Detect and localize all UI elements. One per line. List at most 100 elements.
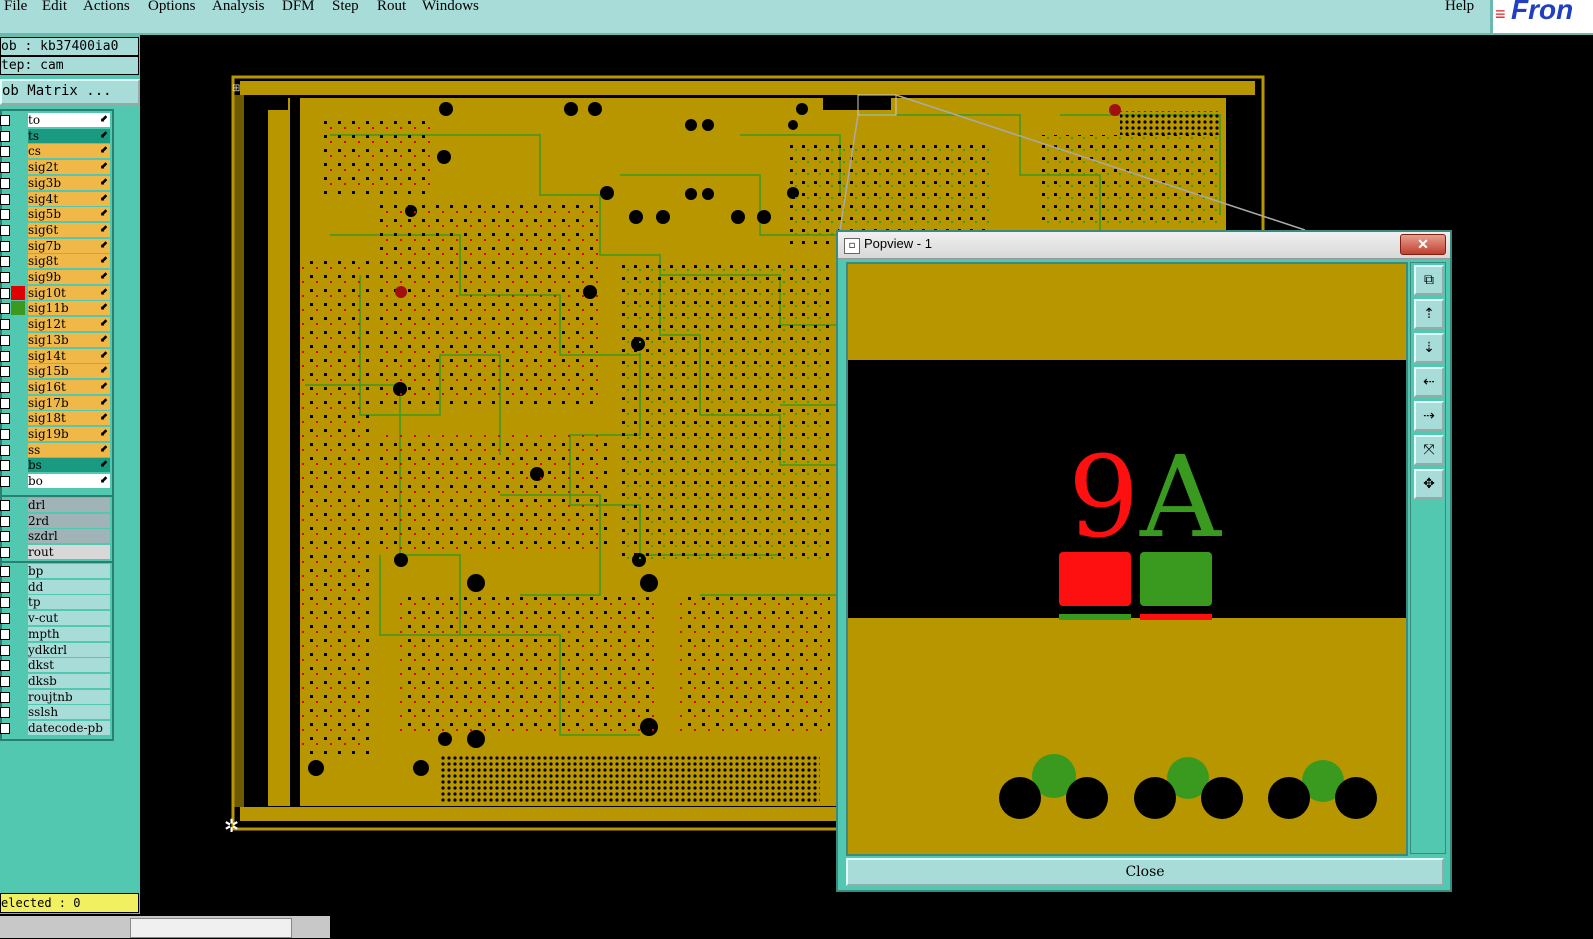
layer-checkbox[interactable] <box>0 146 10 158</box>
layer-checkbox[interactable] <box>0 660 10 672</box>
layer-checkbox[interactable] <box>0 515 10 527</box>
layer-checkbox[interactable] <box>0 566 10 577</box>
status-input[interactable] <box>130 918 292 938</box>
layer-row-sig2t[interactable]: sig2t ⬋ <box>0 160 112 175</box>
layer-name[interactable]: 2rd <box>28 513 110 528</box>
layer-checkbox[interactable] <box>0 256 10 268</box>
menu-help[interactable]: Help <box>1445 0 1474 15</box>
layer-row-sig16t[interactable]: sig16t ⬋ <box>0 379 112 394</box>
layer-checkbox[interactable] <box>0 381 10 393</box>
menu-analysis[interactable]: Analysis <box>212 0 265 15</box>
layer-row-sig14t[interactable]: sig14t ⬋ <box>0 348 112 363</box>
layer-checkbox[interactable] <box>0 224 10 236</box>
layer-name[interactable]: sig10t ⬋ <box>28 285 110 300</box>
layer-row-2rd[interactable]: 2rd <box>0 513 112 528</box>
layer-checkbox[interactable] <box>0 429 10 440</box>
layer-checkbox[interactable] <box>0 691 10 703</box>
layer-name[interactable]: ts ⬋ <box>28 128 110 143</box>
layer-name[interactable]: bo ⬋ <box>28 474 110 489</box>
layer-name[interactable]: sig8t ⬋ <box>28 254 110 269</box>
layer-row-sig15b[interactable]: sig15b ⬋ <box>0 364 112 379</box>
layer-row-sig8t[interactable]: sig8t ⬋ <box>0 254 112 269</box>
layer-name[interactable]: to ⬋ <box>28 113 110 127</box>
pan-down-icon[interactable]: ⇣ <box>1414 333 1444 363</box>
layer-row-sig13b[interactable]: sig13b ⬋ <box>0 332 112 347</box>
layer-checkbox[interactable] <box>0 444 10 456</box>
layer-name[interactable]: sig17b ⬋ <box>28 395 110 410</box>
layer-row-sig9b[interactable]: sig9b ⬋ <box>0 270 112 284</box>
layer-row-sslsh[interactable]: sslsh <box>0 705 112 720</box>
layer-checkbox[interactable] <box>0 628 10 640</box>
layer-name[interactable]: sig3b ⬋ <box>28 175 110 190</box>
layer-name[interactable]: ss ⬋ <box>28 442 110 457</box>
layer-row-sig4t[interactable]: sig4t ⬋ <box>0 191 112 206</box>
layer-row-dkst[interactable]: dkst <box>0 658 112 673</box>
layer-checkbox[interactable] <box>0 177 10 189</box>
layer-row-ts[interactable]: ts ⬋ <box>0 128 112 143</box>
layer-checkbox[interactable] <box>0 272 10 283</box>
layer-name[interactable]: rout <box>28 545 110 560</box>
layer-name[interactable]: cs ⬋ <box>28 144 110 159</box>
layer-name[interactable]: tp <box>28 595 110 610</box>
layer-row-drl[interactable]: drl <box>0 498 112 512</box>
layer-name[interactable]: bs ⬋ <box>28 458 110 473</box>
layer-checkbox[interactable] <box>0 675 10 687</box>
layer-row-sig3b[interactable]: sig3b ⬋ <box>0 175 112 190</box>
layer-checkbox[interactable] <box>0 130 10 142</box>
layer-row-sig11b[interactable]: sig11b ⬋ <box>0 301 112 316</box>
layer-row-sig7b[interactable]: sig7b ⬋ <box>0 238 112 253</box>
layer-checkbox[interactable] <box>0 460 10 472</box>
layer-name[interactable]: sig13b ⬋ <box>28 332 110 347</box>
layer-name[interactable]: dkst <box>28 658 110 673</box>
layer-row-bp[interactable]: bp <box>0 564 112 578</box>
layer-row-sig5b[interactable]: sig5b ⬋ <box>0 207 112 222</box>
layer-checkbox[interactable] <box>0 350 10 362</box>
layer-checkbox[interactable] <box>0 500 10 511</box>
zoom-in-icon[interactable]: ⤧ <box>1414 435 1444 465</box>
layer-name[interactable]: sig16t ⬋ <box>28 379 110 394</box>
layer-row-cs[interactable]: cs ⬋ <box>0 144 112 159</box>
layer-name[interactable]: sig18t ⬋ <box>28 411 110 426</box>
layer-checkbox[interactable] <box>0 531 10 543</box>
zoom-fit-icon[interactable]: ⧉ <box>1414 265 1444 295</box>
layer-name[interactable]: sig6t ⬋ <box>28 222 110 237</box>
layer-name[interactable]: sig7b ⬋ <box>28 238 110 253</box>
layer-checkbox[interactable] <box>0 644 10 656</box>
layer-row-to[interactable]: to ⬋ <box>0 113 112 127</box>
layer-checkbox[interactable] <box>0 162 10 174</box>
layer-checkbox[interactable] <box>0 476 10 488</box>
layer-checkbox[interactable] <box>0 413 10 425</box>
menu-file[interactable]: File <box>4 0 27 15</box>
layer-checkbox[interactable] <box>0 707 10 719</box>
menu-options[interactable]: Options <box>148 0 196 15</box>
layer-row-ydkdrl[interactable]: ydkdrl <box>0 642 112 657</box>
layer-checkbox[interactable] <box>0 547 10 559</box>
menu-actions[interactable]: Actions <box>83 0 130 15</box>
layer-row-dd[interactable]: dd <box>0 579 112 594</box>
layer-row-mpth[interactable]: mpth <box>0 626 112 641</box>
layer-checkbox[interactable] <box>0 209 10 221</box>
layer-name[interactable]: sig5b ⬋ <box>28 207 110 222</box>
layer-name[interactable]: ydkdrl <box>28 642 110 657</box>
layer-checkbox[interactable] <box>0 613 10 625</box>
layer-name[interactable]: sslsh <box>28 705 110 720</box>
menu-rout[interactable]: Rout <box>377 0 406 15</box>
layer-row-bs[interactable]: bs ⬋ <box>0 458 112 473</box>
menu-dfm[interactable]: DFM <box>282 0 315 15</box>
job-matrix-button[interactable]: ob Matrix ... <box>0 79 140 105</box>
layer-row-roujtnb[interactable]: roujtnb <box>0 689 112 704</box>
layer-checkbox[interactable] <box>0 115 10 126</box>
layer-name[interactable]: drl <box>28 498 110 512</box>
layer-checkbox[interactable] <box>0 597 10 609</box>
layer-name[interactable]: bp <box>28 564 110 578</box>
popview-titlebar[interactable]: ▫ Popview - 1 ✕ <box>838 232 1450 259</box>
layer-name[interactable]: sig19b ⬋ <box>28 427 110 441</box>
layer-row-sig10t[interactable]: sig10t ⬋ <box>0 285 112 300</box>
layer-row-datecode-pb[interactable]: datecode-pb <box>0 721 112 735</box>
layer-checkbox[interactable] <box>0 366 10 378</box>
layer-name[interactable]: v-cut <box>28 611 110 626</box>
layer-color-swatch[interactable] <box>11 285 25 300</box>
pan-up-icon[interactable]: ⇡ <box>1414 299 1444 329</box>
layer-name[interactable]: sig15b ⬋ <box>28 364 110 379</box>
layer-name[interactable]: sig14t ⬋ <box>28 348 110 363</box>
